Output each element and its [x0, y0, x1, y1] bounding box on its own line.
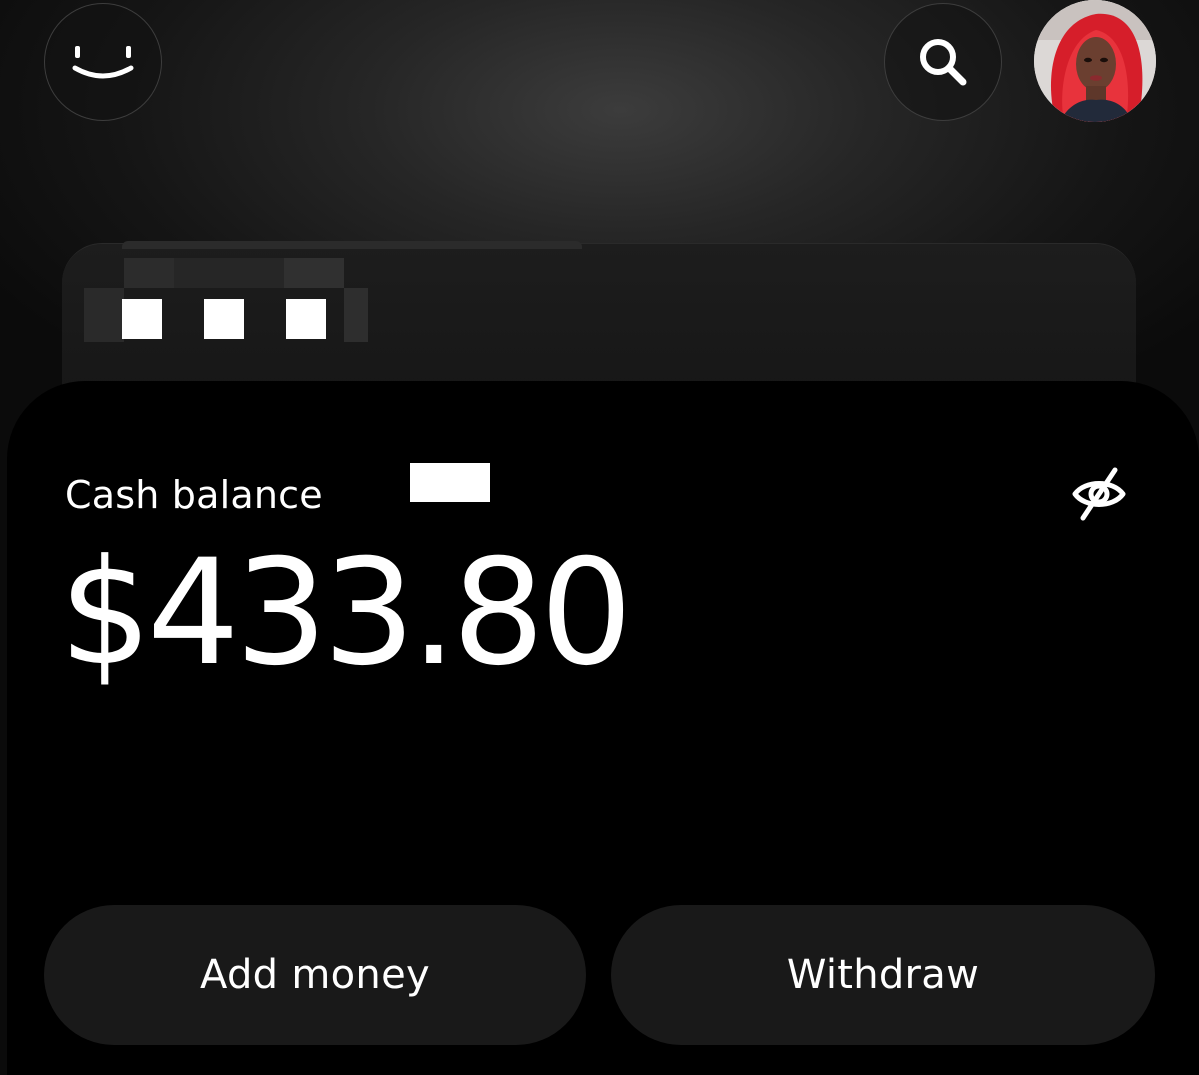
card-edge-highlight: [122, 241, 582, 249]
search-icon: [920, 39, 967, 86]
cash-balance-label: Cash balance: [65, 473, 323, 517]
app-screen: Cash balance $433.80 Add money Withdraw: [0, 0, 1199, 1075]
balance-amount: $433.80: [59, 528, 633, 698]
withdraw-button[interactable]: Withdraw: [611, 905, 1155, 1045]
mask-dot: [122, 299, 162, 339]
search-button[interactable]: [884, 3, 1002, 121]
profile-button[interactable]: [44, 3, 162, 121]
avatar[interactable]: [1034, 0, 1156, 122]
cash-balance-card: Cash balance $433.80 Add money Withdraw: [7, 381, 1199, 1075]
eye-off-icon[interactable]: [1069, 464, 1129, 524]
add-money-button[interactable]: Add money: [44, 905, 586, 1045]
mask-dot: [286, 299, 326, 339]
masked-card-dots: [122, 299, 326, 339]
mask-dot: [204, 299, 244, 339]
avatar-photo: [1034, 0, 1156, 122]
redaction-bar: [410, 463, 490, 502]
smiley-face-icon: [72, 46, 134, 79]
